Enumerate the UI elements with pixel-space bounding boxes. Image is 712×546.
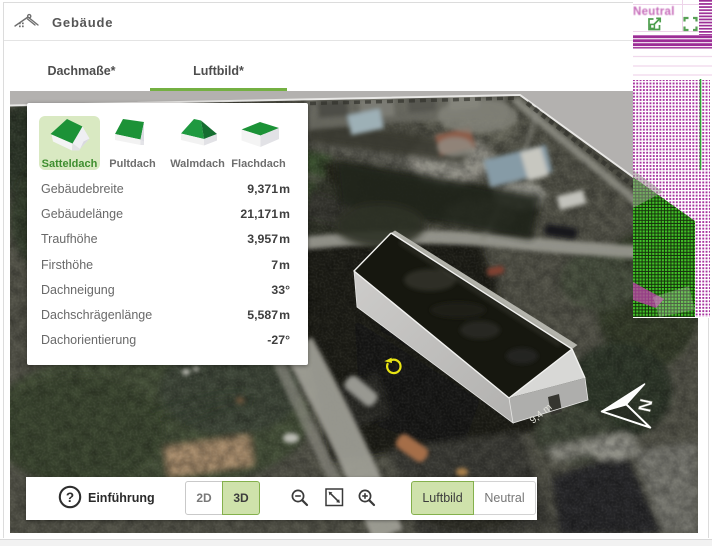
svg-text:?: ? [66, 490, 74, 505]
svg-text:Neutral: Neutral [633, 6, 675, 18]
